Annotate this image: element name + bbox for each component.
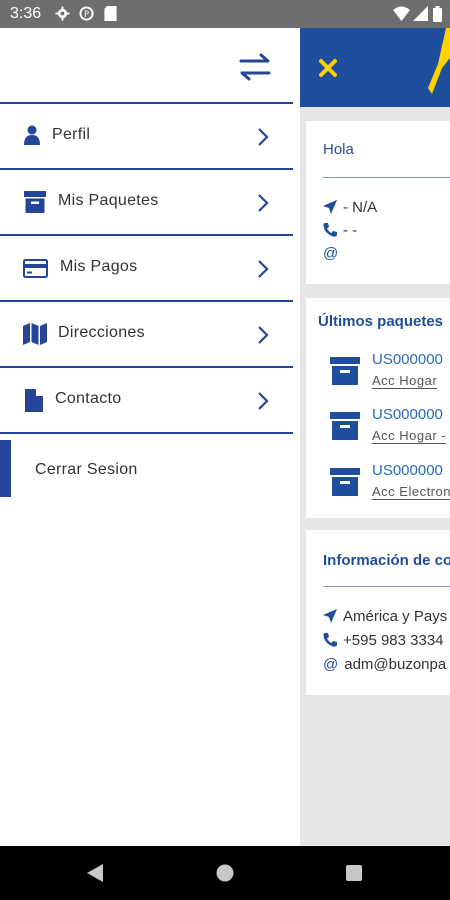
archive-box-icon (24, 191, 46, 213)
user-icon (24, 125, 40, 145)
logo-icon (428, 28, 450, 94)
at-sign-icon: @ (323, 656, 339, 673)
recent-packages-title: Últimos paquetes (318, 313, 444, 330)
status-bar: 3:36 P (0, 0, 450, 28)
menu-item-label: Contacto (55, 390, 122, 407)
company-info-card: Información de co América y Pays +595 98… (306, 530, 450, 695)
archive-box-icon (330, 357, 360, 385)
recents-icon[interactable] (346, 865, 362, 881)
recent-packages-card: Últimos paquetes US000000 Acc Hogar US00… (306, 298, 450, 518)
phone-icon (323, 633, 337, 647)
package-desc[interactable]: Acc Electron (372, 484, 450, 500)
location-arrow-icon (323, 200, 337, 214)
chevron-right-icon (258, 194, 269, 212)
main-content: Hola - N/A - - @ Últimos paquetes US0000… (300, 28, 450, 846)
sync-icon: P (79, 6, 94, 21)
svg-text:P: P (84, 9, 89, 19)
credit-card-icon (23, 259, 48, 278)
menu-item-direcciones[interactable]: Direcciones (0, 303, 293, 367)
menu-item-label: Mis Paquetes (58, 192, 159, 209)
menu-divider (0, 300, 293, 302)
home-icon[interactable] (216, 864, 234, 882)
location-arrow-icon (323, 609, 337, 623)
menu-item-label: Direcciones (58, 324, 145, 341)
menu-divider (0, 168, 293, 170)
package-code: US000000 (372, 351, 443, 368)
app-bar (300, 28, 450, 107)
menu-item-mis-pagos[interactable]: Mis Pagos (0, 237, 293, 301)
close-icon[interactable] (318, 58, 338, 78)
package-desc[interactable]: Acc Hogar - (372, 428, 447, 444)
logout-button[interactable]: Cerrar Sesion (35, 461, 138, 479)
menu-item-label: Mis Pagos (60, 258, 138, 275)
sd-card-icon (104, 6, 117, 21)
chevron-right-icon (258, 326, 269, 344)
chevron-right-icon (258, 392, 269, 410)
package-code: US000000 (372, 406, 443, 423)
archive-box-icon (330, 412, 360, 440)
profile-phone: - - (323, 222, 357, 239)
chevron-right-icon (258, 128, 269, 146)
divider (323, 586, 450, 587)
profile-email: @ (323, 245, 344, 262)
chevron-right-icon (258, 260, 269, 278)
battery-icon (433, 6, 442, 22)
greeting: Hola (323, 141, 354, 158)
package-code: US000000 (372, 462, 443, 479)
package-item[interactable]: US000000 Acc Hogar - (330, 406, 450, 450)
status-time: 3:36 (10, 5, 42, 22)
menu-divider (0, 234, 293, 236)
back-icon[interactable] (87, 864, 103, 882)
archive-box-icon (330, 468, 360, 496)
package-item[interactable]: US000000 Acc Electron (330, 462, 450, 506)
menu-divider (0, 366, 293, 368)
menu-divider (0, 102, 293, 104)
profile-address: - N/A (323, 199, 377, 216)
phone-icon (323, 223, 337, 237)
divider (323, 177, 450, 178)
swap-arrows-icon[interactable] (238, 52, 272, 82)
profile-card: Hola - N/A - - @ (306, 121, 450, 284)
menu-divider (0, 432, 293, 434)
company-email: @ adm@buzonpa (323, 656, 447, 673)
document-icon (25, 389, 43, 412)
menu-item-perfil[interactable]: Perfil (0, 105, 293, 169)
company-phone: +595 983 3334 (323, 632, 444, 649)
menu-item-mis-paquetes[interactable]: Mis Paquetes (0, 171, 293, 235)
system-nav-bar (0, 846, 450, 900)
company-address: América y Pays (323, 608, 447, 625)
package-item[interactable]: US000000 Acc Hogar (330, 351, 450, 395)
navigation-drawer: Perfil Mis Paquetes Mis Pagos Direccione… (0, 28, 300, 846)
logout-indicator (0, 440, 11, 497)
map-icon (23, 323, 47, 345)
menu-item-contacto[interactable]: Contacto (0, 369, 293, 433)
package-desc[interactable]: Acc Hogar (372, 373, 438, 389)
at-sign-icon: @ (323, 245, 339, 262)
settings-icon (55, 6, 70, 21)
cell-signal-icon (413, 6, 428, 21)
menu-item-label: Perfil (52, 126, 91, 143)
company-info-title: Información de co (323, 552, 450, 569)
wifi-icon (393, 6, 410, 21)
